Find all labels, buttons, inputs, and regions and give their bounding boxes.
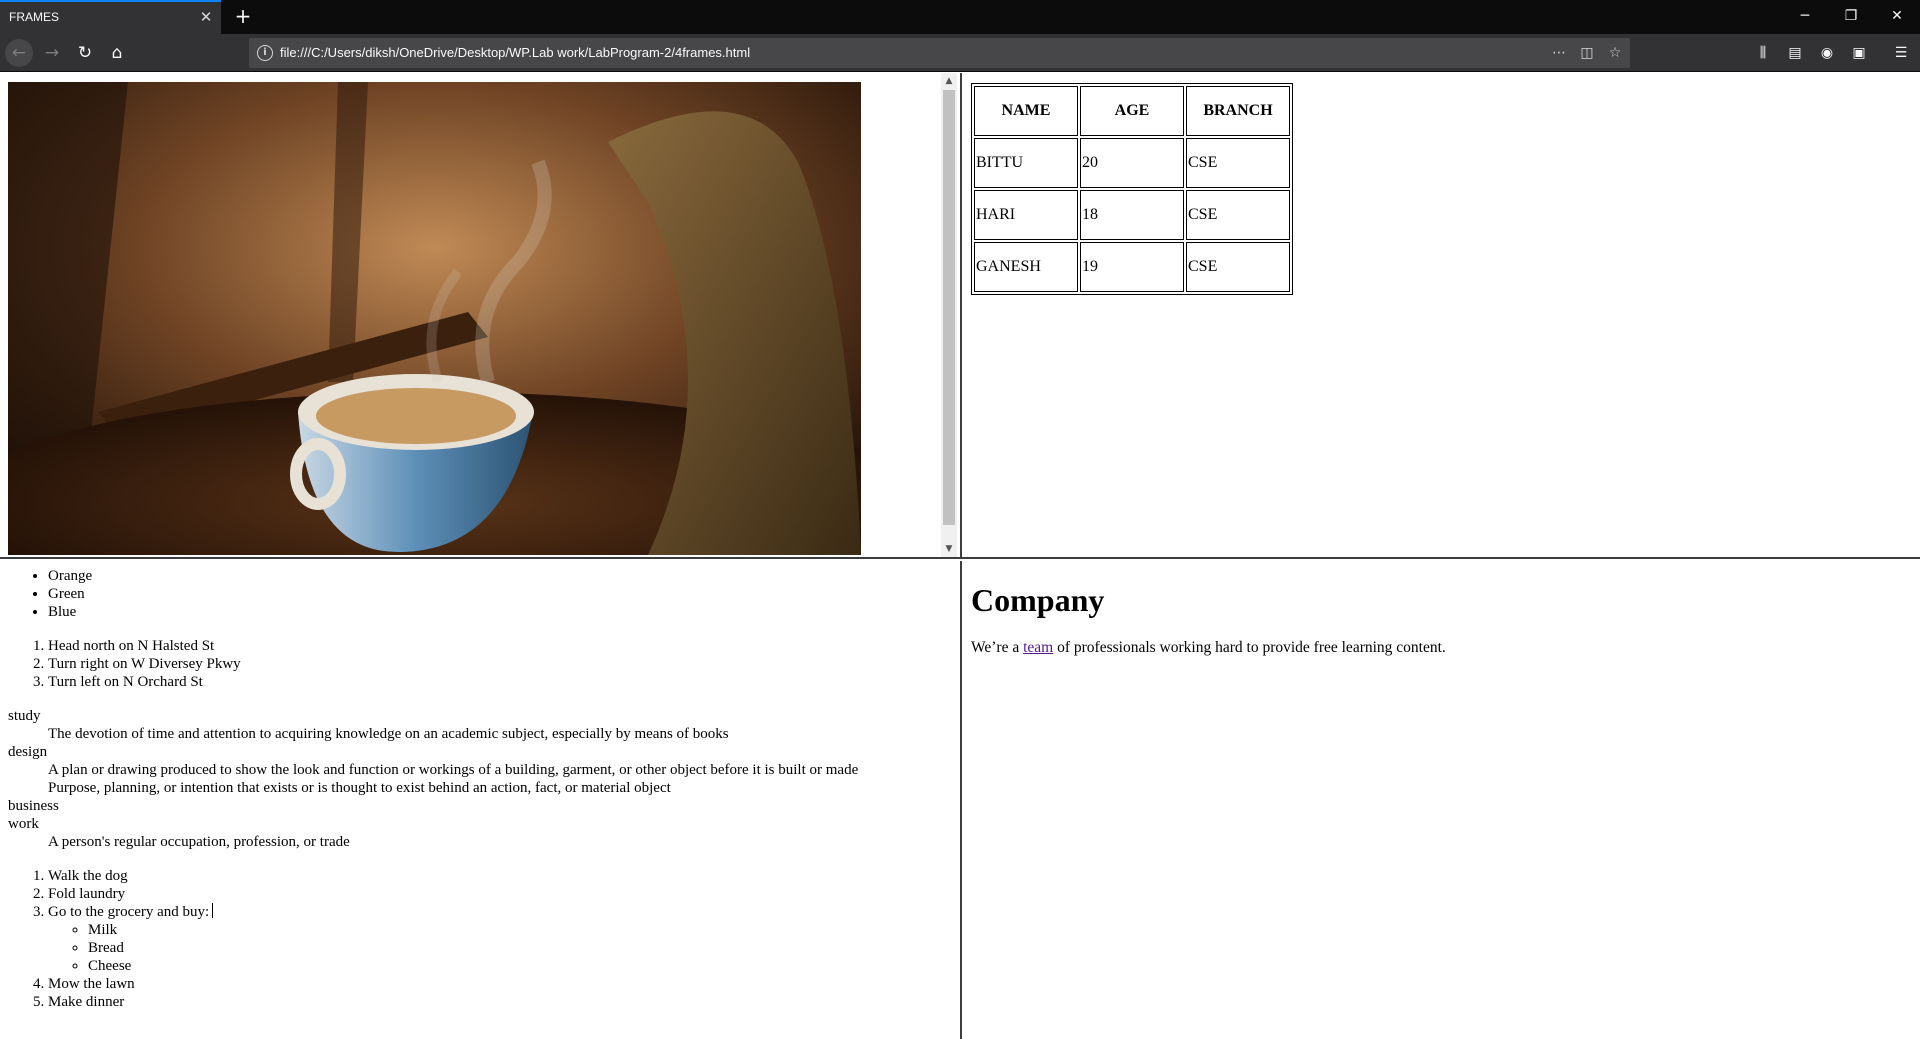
column-header-age: AGE [1080, 86, 1184, 136]
reload-icon[interactable]: ↻ [71, 39, 99, 67]
pocket-icon[interactable]: ◫ [1575, 42, 1599, 64]
list-item: Make dinner [48, 993, 858, 1011]
back-icon[interactable]: ← [5, 39, 33, 67]
table-row: GANESH 19 CSE [974, 242, 1290, 292]
table-cell: GANESH [974, 242, 1078, 292]
todo-list: Walk the dog Fold laundry Go to the groc… [8, 867, 858, 1011]
sidebar-icon[interactable]: ▤ [1781, 39, 1809, 67]
menu-icon[interactable]: ☰ [1887, 39, 1915, 67]
frame-table: NAME AGE BRANCH BITTU 20 CSE HARI 18 CSE… [964, 73, 1920, 557]
company-text-before: We’re a [971, 639, 1024, 656]
definition-term: work [8, 816, 39, 832]
tab-bar: FRAMES ✕ + ─ ❐ ✕ [0, 0, 1920, 34]
list-item: Turn right on W Diversey Pkwy [48, 655, 858, 673]
close-tab-icon[interactable]: ✕ [197, 8, 215, 26]
team-link[interactable]: team [1023, 639, 1053, 656]
list-item: Turn left on N Orchard St [48, 673, 858, 691]
table-cell: HARI [974, 190, 1078, 240]
list-item: Walk the dog [48, 867, 858, 885]
image-frame-scrollbar[interactable]: ▲ ▼ [941, 73, 957, 557]
color-list: Orange Green Blue [8, 567, 858, 621]
definition-term: design [8, 744, 48, 760]
list-item: Mow the lawn [48, 975, 858, 993]
window-close-icon[interactable]: ✕ [1874, 0, 1920, 32]
bookmark-star-icon[interactable]: ☆ [1603, 42, 1627, 64]
definition-term: study [8, 708, 41, 724]
column-header-name: NAME [974, 86, 1078, 136]
table-cell: CSE [1186, 138, 1290, 188]
definition-list: study The devotion of time and attention… [8, 707, 858, 851]
list-item: Head north on N Halsted St [48, 637, 858, 655]
account-icon[interactable]: ◉ [1813, 39, 1841, 67]
tab-frames[interactable]: FRAMES ✕ [0, 0, 221, 34]
grocery-list: Milk Bread Cheese [48, 921, 858, 975]
list-item: Green [48, 585, 858, 603]
restore-icon[interactable]: ❐ [1828, 0, 1874, 32]
scroll-up-icon[interactable]: ▲ [941, 73, 957, 89]
new-tab-icon[interactable]: + [231, 4, 255, 28]
table-cell: CSE [1186, 190, 1290, 240]
table-header-row: NAME AGE BRANCH [974, 86, 1290, 136]
minimize-icon[interactable]: ─ [1782, 0, 1828, 32]
definition-description: Purpose, planning, or intention that exi… [48, 780, 671, 796]
list-item: Go to the grocery and buy: Milk Bread Ch… [48, 903, 858, 975]
frame-lists: Orange Green Blue Head north on N Halste… [0, 561, 960, 1039]
company-text-after: of professionals working hard to provide… [1053, 639, 1446, 656]
navigation-toolbar: ← → ↻ ⌂ i file:///C:/Users/diksh/OneDriv… [0, 34, 1920, 72]
lists-content: Orange Green Blue Head north on N Halste… [8, 567, 858, 1011]
scroll-down-icon[interactable]: ▼ [941, 541, 957, 557]
url-bar[interactable]: i file:///C:/Users/diksh/OneDrive/Deskto… [249, 38, 1630, 68]
more-actions-icon[interactable]: ⋯ [1547, 42, 1571, 64]
grocery-item-label: Go to the grocery and buy: [48, 904, 210, 920]
definition-term: business [8, 798, 59, 814]
text-caret [212, 903, 214, 918]
forward-icon[interactable]: → [38, 39, 66, 67]
extension-icon[interactable]: ▣ [1845, 39, 1873, 67]
list-item: Orange [48, 567, 858, 585]
column-header-branch: BRANCH [1186, 86, 1290, 136]
table-cell: 18 [1080, 190, 1184, 240]
library-icon[interactable]: ⫼ [1749, 39, 1777, 67]
tab-title: FRAMES [9, 10, 60, 24]
url-text[interactable]: file:///C:/Users/diksh/OneDrive/Desktop/… [280, 45, 750, 60]
student-table: NAME AGE BRANCH BITTU 20 CSE HARI 18 CSE… [971, 83, 1293, 295]
list-item: Milk [88, 921, 858, 939]
definition-description: A person's regular occupation, professio… [48, 834, 350, 850]
company-paragraph: We’re a team of professionals working ha… [971, 639, 1446, 657]
table-cell: 20 [1080, 138, 1184, 188]
company-heading: Company [971, 582, 1105, 618]
definition-description: A plan or drawing produced to show the l… [48, 762, 859, 778]
list-item: Bread [88, 939, 858, 957]
list-item: Blue [48, 603, 858, 621]
definition-description: The devotion of time and attention to ac… [48, 726, 729, 742]
home-icon[interactable]: ⌂ [103, 39, 131, 67]
info-icon[interactable]: i [257, 45, 273, 61]
frame-image: ▲ ▼ [0, 73, 960, 557]
table-cell: 19 [1080, 242, 1184, 292]
frame-company: Company We’re a team of professionals wo… [964, 561, 1920, 1039]
table-cell: CSE [1186, 242, 1290, 292]
table-cell: BITTU [974, 138, 1078, 188]
company-content: Company We’re a team of professionals wo… [971, 582, 1446, 657]
list-item: Fold laundry [48, 885, 858, 903]
list-item: Cheese [88, 957, 858, 975]
table-row: HARI 18 CSE [974, 190, 1290, 240]
table-row: BITTU 20 CSE [974, 138, 1290, 188]
coffee-image [8, 82, 861, 555]
scrollbar-thumb[interactable] [943, 90, 955, 525]
directions-list: Head north on N Halsted St Turn right on… [8, 637, 858, 691]
